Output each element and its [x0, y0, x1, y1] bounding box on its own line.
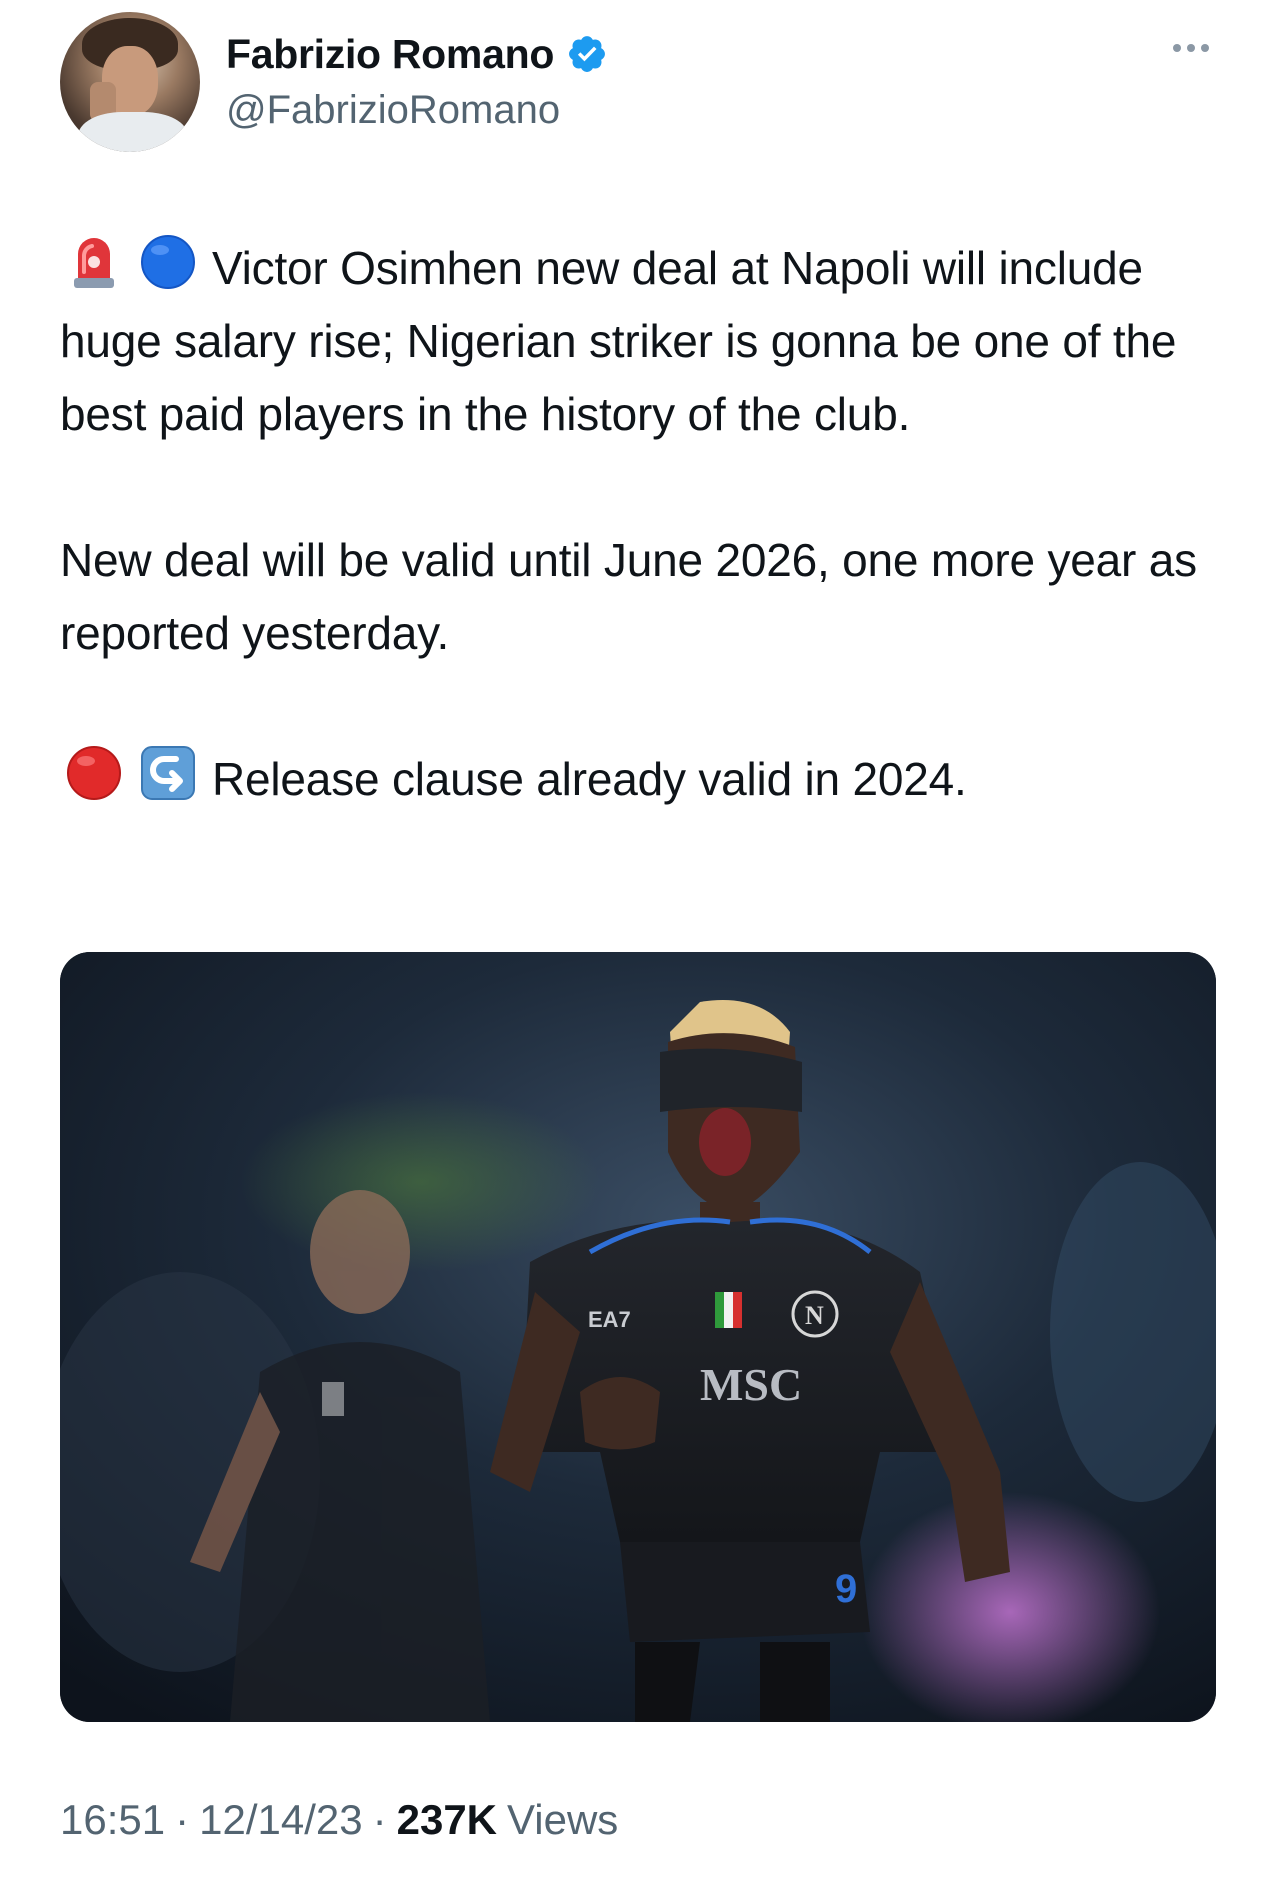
kit-number-9: 9 [835, 1567, 857, 1611]
kit-sponsor-ea7: EA7 [588, 1307, 631, 1332]
views-count: 237K [396, 1796, 498, 1843]
tweet-time[interactable]: 16:51 [60, 1796, 165, 1844]
more-options-button[interactable] [1165, 36, 1217, 60]
avatar-shirt [78, 112, 188, 152]
red-circle-emoji-icon [67, 746, 121, 800]
more-dot-icon [1201, 44, 1209, 52]
football-player-photo: EA7 N MSC 9 [60, 952, 1216, 1722]
author-handle[interactable]: @FabrizioRomano [226, 88, 560, 133]
tweet-paragraph-1: Victor Osimhen new deal at Napoli will i… [60, 232, 1220, 451]
meta-separator: · [175, 1796, 190, 1843]
verified-badge-icon [569, 36, 606, 72]
tweet-paragraph-2: New deal will be valid until June 2026, … [60, 534, 1197, 659]
right-arrow-curving-left-icon [141, 746, 195, 800]
author-avatar[interactable] [60, 12, 200, 152]
tweet-date[interactable]: 12/14/23 [199, 1796, 363, 1844]
blue-circle-emoji-icon [141, 235, 195, 289]
tweet-text: Victor Osimhen new deal at Napoli will i… [60, 232, 1220, 816]
tweet-paragraph-1-text: Victor Osimhen new deal at Napoli will i… [60, 242, 1177, 440]
kit-sponsor-msc: MSC [700, 1359, 802, 1410]
rotating-light-emoji-icon [74, 238, 114, 288]
tweet-media-photo[interactable]: EA7 N MSC 9 [60, 952, 1216, 1722]
more-dot-icon [1187, 44, 1195, 52]
tweet-paragraph-3: Release clause already valid in 2024. [60, 743, 1220, 816]
tweet-paragraph-3-text: Release clause already valid in 2024. [212, 753, 967, 805]
author-display-name[interactable]: Fabrizio Romano [226, 31, 554, 78]
meta-separator: · [372, 1796, 387, 1843]
tweet-meta: 16:51 · 12/14/23 · 237K Views [60, 1796, 618, 1844]
author-name-row[interactable]: Fabrizio Romano [226, 28, 608, 80]
views-label: Views [507, 1796, 619, 1843]
kit-crest-n: N [805, 1301, 824, 1330]
more-dot-icon [1173, 44, 1181, 52]
